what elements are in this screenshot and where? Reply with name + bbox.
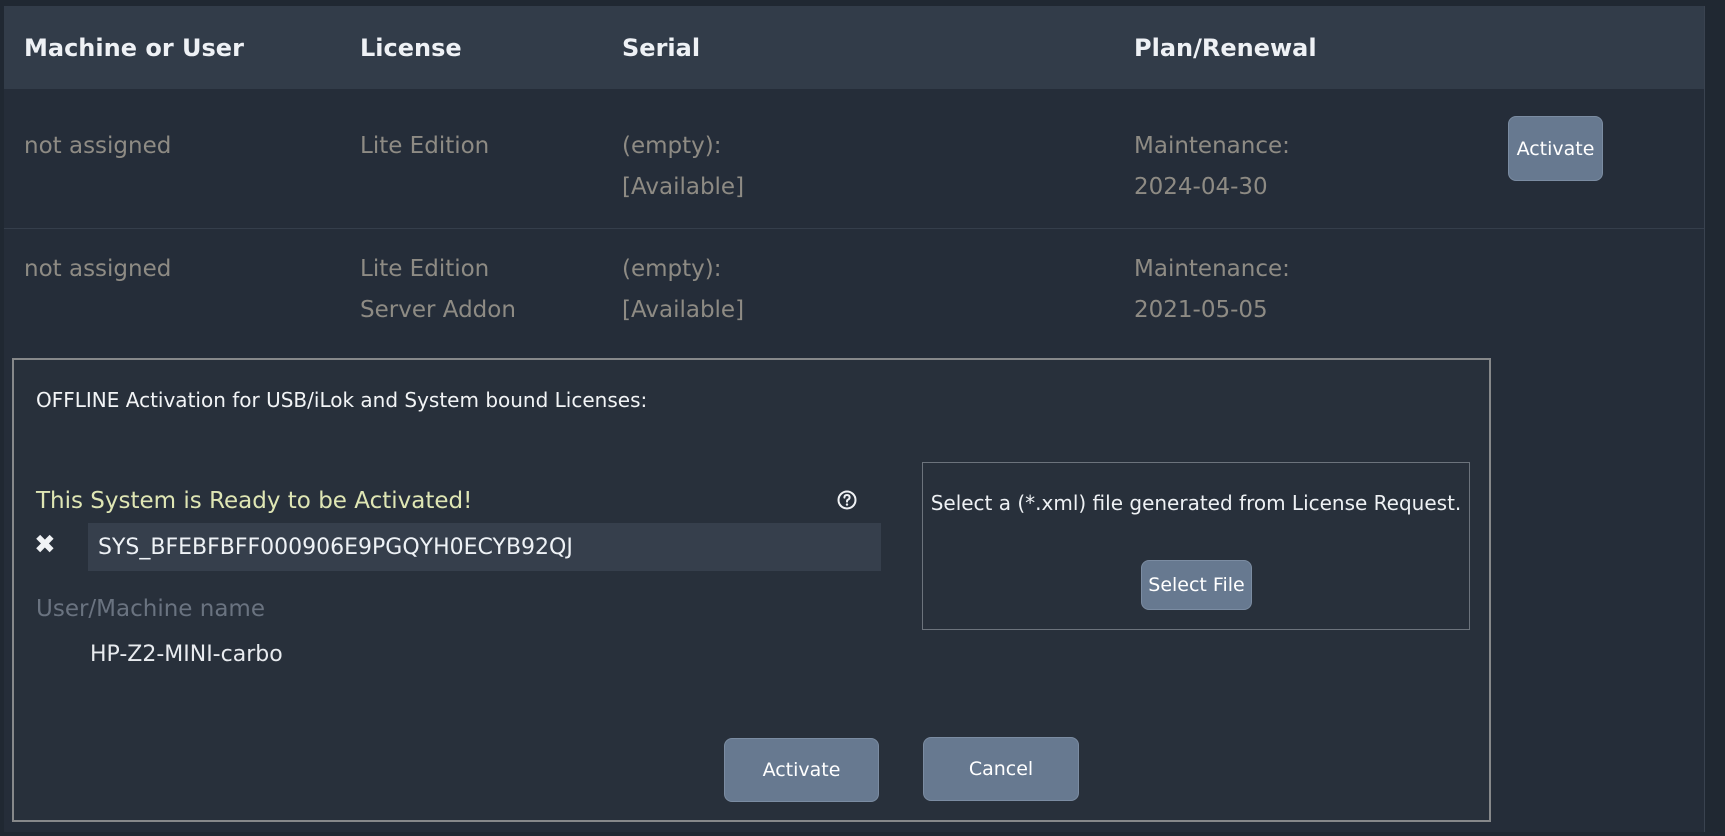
column-header-serial[interactable]: Serial <box>622 34 700 62</box>
offline-activation-dialog: OFFLINE Activation for USB/iLok and Syst… <box>12 358 1491 822</box>
machine-name-label: User/Machine name <box>36 596 265 622</box>
row-plan: Maintenance: 2024-04-30 <box>1134 133 1290 200</box>
file-prompt: Select a (*.xml) file generated from Lic… <box>930 491 1462 515</box>
machine-name-value: HP-Z2-MINI-carbo <box>90 642 283 667</box>
row-license: Lite Edition Server Addon <box>360 256 516 323</box>
row-machine: not assigned <box>24 133 172 159</box>
row-machine: not assigned <box>24 256 172 282</box>
file-select-panel: Select a (*.xml) file generated from Lic… <box>922 462 1470 630</box>
row-serial: (empty): [Available] <box>622 133 745 200</box>
select-file-button[interactable]: Select File <box>1141 560 1252 610</box>
column-header-machine[interactable]: Machine or User <box>24 34 244 62</box>
cancel-button[interactable]: Cancel <box>923 737 1079 801</box>
row-activate-button[interactable]: Activate <box>1508 116 1603 181</box>
dialog-title: OFFLINE Activation for USB/iLok and Syst… <box>36 388 648 412</box>
close-x-icon[interactable]: ✖ <box>34 532 60 558</box>
column-header-plan[interactable]: Plan/Renewal <box>1134 34 1317 62</box>
serial-input[interactable] <box>88 523 881 571</box>
row-plan: Maintenance: 2021-05-05 <box>1134 256 1290 323</box>
column-header-license[interactable]: License <box>360 34 462 62</box>
row-license: Lite Edition <box>360 133 490 159</box>
table-header: Machine or User License Serial Plan/Rene… <box>4 6 1704 89</box>
activate-button[interactable]: Activate <box>724 738 879 802</box>
question-circle-icon[interactable] <box>837 490 857 510</box>
activation-status: This System is Ready to be Activated! <box>36 488 473 514</box>
row-divider <box>4 228 1704 229</box>
row-serial: (empty): [Available] <box>622 256 745 323</box>
